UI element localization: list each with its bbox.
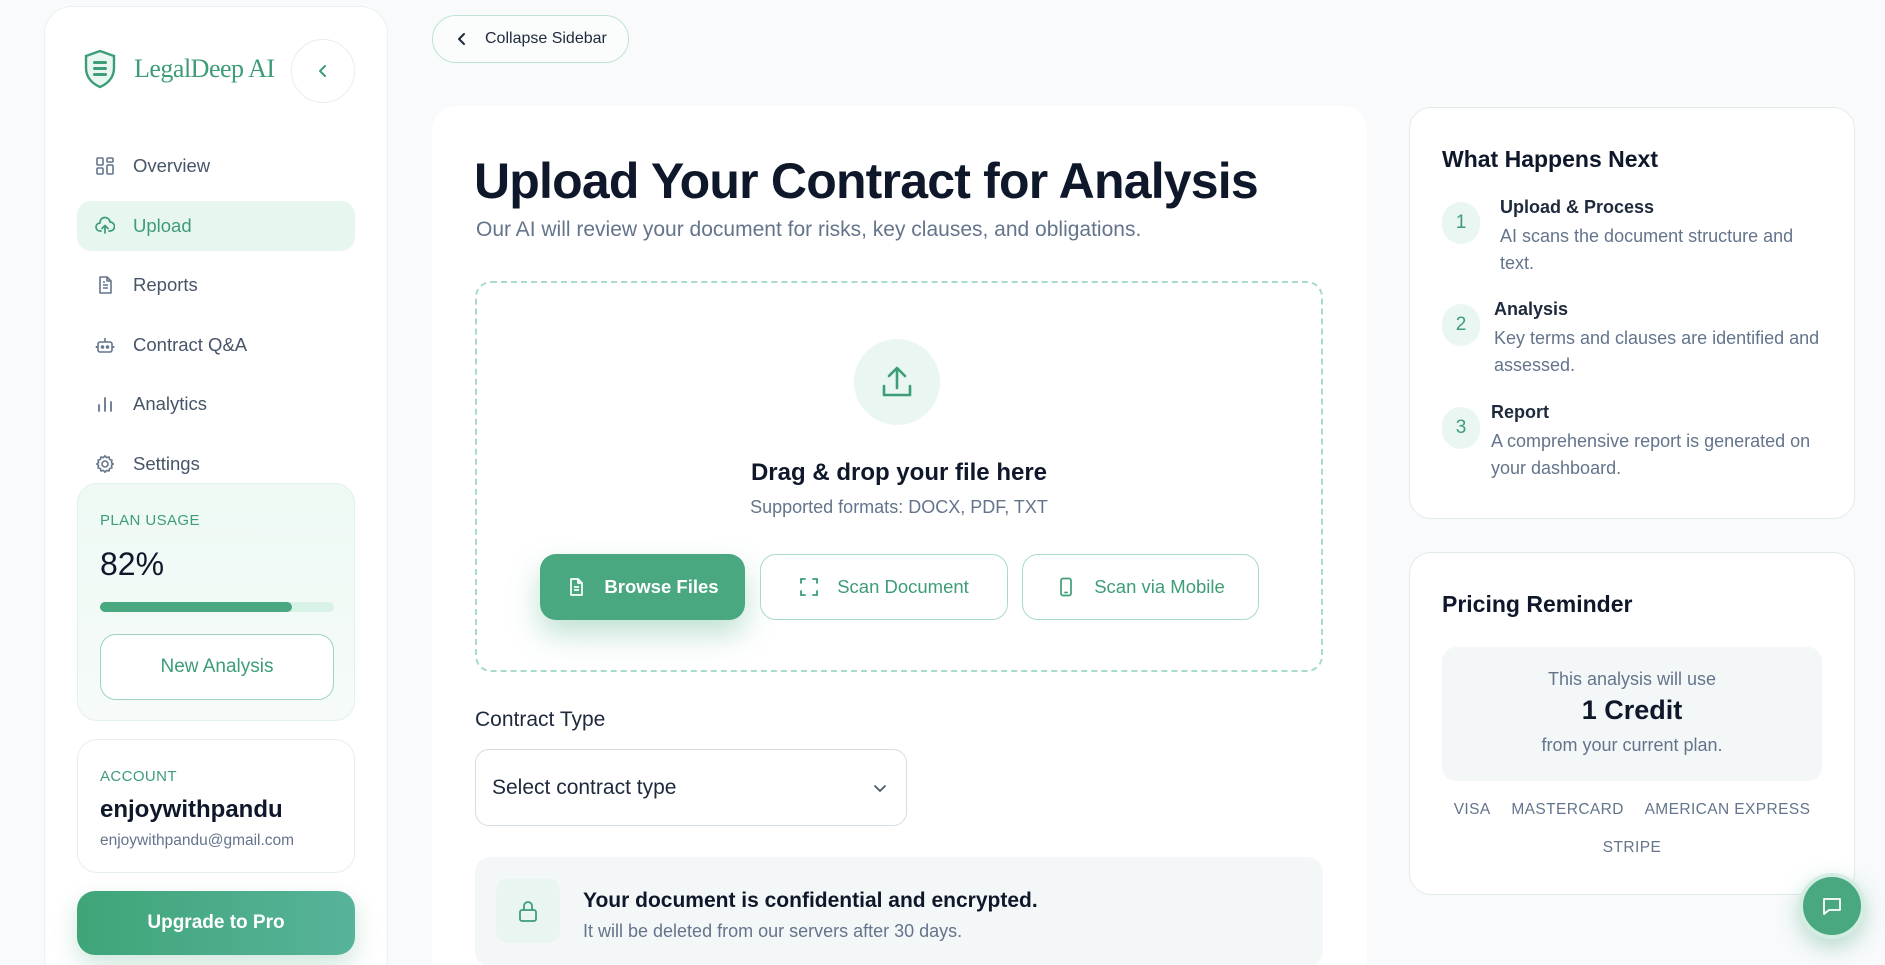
- sidebar-nav: Overview Upload Reports Contract Q&A Ana…: [77, 141, 355, 498]
- plan-usage-progress-bar: [100, 602, 334, 612]
- credit-usage-line1: This analysis will use: [1547, 669, 1717, 689]
- sidebar-item-label: Overview: [133, 155, 211, 176]
- lock-icon-box: [496, 879, 560, 943]
- scan-document-button[interactable]: Scan Document: [760, 554, 1008, 620]
- pricing-reminder-card: Pricing Reminder This analysis will use …: [1409, 552, 1855, 895]
- lock-icon: [519, 901, 537, 922]
- security-notice: Your document is confidential and encryp…: [475, 857, 1323, 965]
- plan-usage-card: PLAN USAGE 82% New Analysis: [77, 483, 355, 721]
- chevron-left-icon: [319, 65, 326, 77]
- payment-method-amex: AMERICAN EXPRESS: [1644, 801, 1811, 818]
- upload-icon: [882, 366, 912, 397]
- upgrade-to-pro-button[interactable]: Upgrade to Pro: [77, 891, 355, 955]
- gear-icon: [96, 454, 114, 473]
- plan-usage-label: PLAN USAGE: [100, 512, 200, 529]
- sidebar-item-settings[interactable]: Settings: [77, 439, 355, 489]
- scan-document-label: Scan Document: [837, 576, 969, 597]
- sidebar-item-upload[interactable]: Upload: [77, 200, 355, 251]
- payment-method-mastercard: MASTERCARD: [1511, 801, 1624, 818]
- collapse-sidebar-button[interactable]: Collapse Sidebar: [432, 15, 629, 63]
- app-root: LegalDeep AI Overview Upload Reports Con…: [0, 0, 1885, 965]
- security-notice-subtitle: It will be deleted from our servers afte…: [583, 921, 963, 941]
- sidebar-item-overview[interactable]: Overview: [77, 141, 355, 191]
- sidebar-item-label: Analytics: [133, 393, 208, 414]
- step-number: 3: [1442, 407, 1480, 449]
- step-title: Analysis: [1494, 299, 1569, 319]
- sidebar-collapse-button[interactable]: [291, 39, 355, 103]
- step-title: Report: [1491, 402, 1549, 422]
- credit-amount: 1 Credit: [1581, 695, 1683, 725]
- shield-logo-icon: [84, 49, 116, 89]
- brand-name: LegalDeep AI: [134, 54, 275, 83]
- sidebar-item-analytics[interactable]: Analytics: [77, 379, 355, 429]
- step-description: AI scans the document structure and text…: [1500, 226, 1794, 273]
- payment-methods: VISA MASTERCARD AMERICAN EXPRESS: [1410, 801, 1854, 819]
- grid-icon: [96, 157, 114, 175]
- step-number: 1: [1442, 202, 1480, 244]
- file-icon: [570, 578, 584, 596]
- cloud-upload-icon: [95, 216, 115, 234]
- browse-files-button[interactable]: Browse Files: [540, 554, 745, 620]
- credit-usage-line2: from your current plan.: [1541, 735, 1723, 755]
- plan-usage-progress-fill: [100, 602, 292, 612]
- contract-type-label: Contract Type: [475, 708, 606, 731]
- plan-usage-percent: 82%: [100, 546, 165, 582]
- scan-via-mobile-button[interactable]: Scan via Mobile: [1022, 554, 1259, 620]
- sidebar: LegalDeep AI Overview Upload Reports Con…: [44, 6, 388, 965]
- page-subtitle: Our AI will review your document for ris…: [476, 218, 1142, 241]
- chat-support-button[interactable]: [1799, 873, 1865, 939]
- security-notice-title: Your document is confidential and encryp…: [583, 889, 1038, 912]
- step-description: A comprehensive report is generated on y…: [1491, 431, 1811, 478]
- scan-icon: [800, 578, 819, 596]
- upload-icon-circle: [854, 339, 940, 425]
- document-icon: [99, 276, 112, 294]
- new-analysis-button[interactable]: New Analysis: [100, 634, 334, 700]
- scan-via-mobile-label: Scan via Mobile: [1094, 576, 1225, 597]
- sidebar-item-label: Upload: [133, 214, 192, 236]
- sidebar-item-label: Contract Q&A: [133, 333, 248, 355]
- robot-icon: [95, 337, 115, 353]
- account-card[interactable]: ACCOUNT enjoywithpandu enjoywithpandu@gm…: [77, 739, 355, 873]
- what-happens-next-title: What Happens Next: [1442, 146, 1658, 172]
- sidebar-item-reports[interactable]: Reports: [77, 260, 355, 310]
- sidebar-item-label: Reports: [133, 274, 198, 295]
- dropzone-title: Drag & drop your file here: [750, 459, 1048, 486]
- account-email: enjoywithpandu@gmail.com: [100, 832, 295, 849]
- chat-bubble-icon: [1823, 898, 1841, 915]
- step-number: 2: [1442, 304, 1480, 346]
- account-label: ACCOUNT: [100, 768, 177, 785]
- what-happens-next-card: What Happens Next 1 Upload & Process AI …: [1409, 107, 1855, 519]
- step-description: Key terms and clauses are identified and…: [1494, 328, 1820, 375]
- smartphone-icon: [1060, 577, 1073, 597]
- account-name: enjoywithpandu: [100, 796, 283, 823]
- sidebar-item-contract-qa[interactable]: Contract Q&A: [77, 320, 355, 370]
- payment-method-stripe: STRIPE: [1602, 839, 1662, 856]
- collapse-sidebar-label: Collapse Sidebar: [485, 30, 607, 47]
- pricing-reminder-title: Pricing Reminder: [1442, 591, 1633, 617]
- bar-chart-icon: [98, 397, 112, 412]
- chevron-down-icon: [874, 785, 886, 792]
- chevron-left-icon: [458, 33, 465, 45]
- contract-type-placeholder: Select contract type: [492, 775, 677, 799]
- step-title: Upload & Process: [1500, 197, 1655, 217]
- credit-usage-box: This analysis will use 1 Credit from you…: [1442, 647, 1822, 781]
- payment-method-visa: VISA: [1453, 801, 1491, 818]
- upload-panel: Upload Your Contract for Analysis Our AI…: [432, 106, 1367, 965]
- contract-type-select[interactable]: Select contract type: [475, 749, 907, 826]
- file-dropzone[interactable]: Drag & drop your file here Supported for…: [475, 281, 1323, 672]
- dropzone-formats: Supported formats: DOCX, PDF, TXT: [750, 497, 1048, 517]
- sidebar-item-label: Settings: [133, 452, 200, 474]
- brand[interactable]: LegalDeep AI: [83, 49, 275, 89]
- page-title: Upload Your Contract for Analysis: [474, 153, 1259, 209]
- browse-files-label: Browse Files: [604, 576, 719, 597]
